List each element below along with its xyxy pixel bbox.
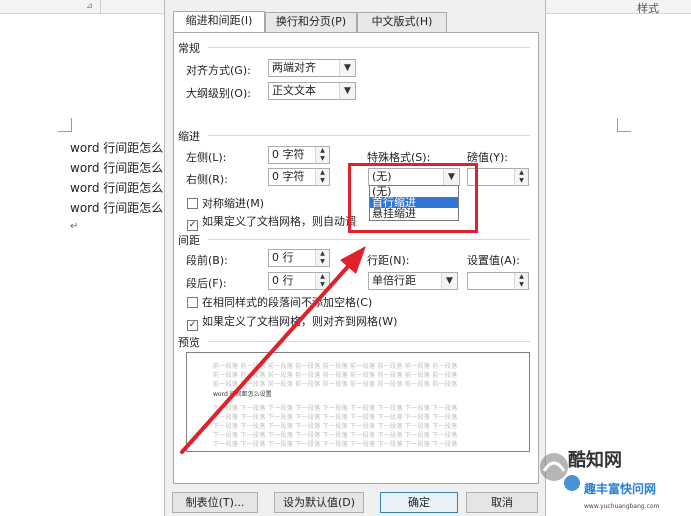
section-divider [208,239,530,240]
outline-level-label: 大纲级别(O): [186,87,251,100]
spin-up-icon[interactable]: ▲ [316,147,329,155]
spacing-at-label: 设置值(A): [467,254,520,267]
tab-asian-typography[interactable]: 中文版式(H) [357,12,447,32]
spin-up-icon[interactable]: ▲ [316,250,329,258]
paragraph-mark: ↵ [70,221,79,232]
annotation-highlight-box [348,163,478,233]
outline-level-select[interactable]: 正文文本 ▼ [268,82,356,100]
preview-next-paragraph: 下一段落 下一段落 下一段落 下一段落 下一段落 下一段落 下一段落 下一段落 … [213,432,458,439]
spin-down-icon[interactable]: ▼ [316,258,329,266]
spin-down-icon[interactable]: ▼ [316,155,329,163]
auto-adjust-indent-checkbox[interactable]: ✓如果定义了文档网格，则自动调整右缩进(D) [187,213,357,231]
preview-prev-paragraph: 前一段落 前一段落 前一段落 前一段落 前一段落 前一段落 前一段落 前一段落 … [213,381,458,388]
indent-section-title: 缩进 [178,130,200,143]
line-spacing-label: 行距(N): [367,254,410,267]
tabs-button[interactable]: 制表位(T)... [172,492,258,513]
checkbox-unchecked-icon[interactable] [187,297,198,308]
right-indent-spinner[interactable]: 0 字符 ▲ ▼ [268,168,330,186]
section-divider [208,135,530,136]
left-indent-spinner[interactable]: 0 字符 ▲ ▼ [268,146,330,164]
watermark-brand: 酷知网 [568,450,622,471]
section-divider [208,341,530,342]
page-corner-mark [58,118,72,132]
checkbox-unchecked-icon[interactable] [187,198,198,209]
preview-next-paragraph: 下一段落 下一段落 下一段落 下一段落 下一段落 下一段落 下一段落 下一段落 … [213,441,458,448]
snap-to-grid-checkbox[interactable]: ✓ 如果定义了文档网格，则对齐到网格(W) [187,313,397,331]
spacing-section-title: 间距 [178,234,200,247]
spin-down-icon[interactable]: ▼ [515,281,528,289]
document-line: word 行间距怎么 [70,201,164,215]
space-before-label: 段前(B): [186,254,228,267]
spin-down-icon[interactable]: ▼ [515,177,528,185]
spin-up-icon[interactable]: ▲ [515,169,528,177]
preview-prev-paragraph: 前一段落 前一段落 前一段落 前一段落 前一段落 前一段落 前一段落 前一段落 … [213,372,458,379]
checkbox-checked-icon[interactable]: ✓ [187,220,198,231]
spin-down-icon[interactable]: ▼ [316,281,329,289]
page-corner-mark [617,118,631,132]
preview-prev-paragraph: 前一段落 前一段落 前一段落 前一段落 前一段落 前一段落 前一段落 前一段落 … [213,363,458,370]
tab-indents-spacing[interactable]: 缩进和间距(I) [173,11,265,33]
watermark-url: www.yuchuangbang.com [584,503,660,510]
mirror-indents-checkbox[interactable]: 对称缩进(M) [187,195,264,211]
general-section-title: 常规 [178,42,200,55]
document-line: word 行间距怎么 [70,181,164,195]
no-space-same-style-checkbox[interactable]: 在相同样式的段落间不添加空格(C) [187,294,372,310]
ribbon-separator [100,0,101,14]
spacing-at-spinner[interactable]: ▲ ▼ [467,272,529,290]
checkbox-checked-icon[interactable]: ✓ [187,320,198,331]
alignment-label: 对齐方式(G): [186,64,251,77]
document-line: word 行间距怎么 [70,141,164,155]
spin-down-icon[interactable]: ▼ [316,177,329,185]
preview-next-paragraph: 下一段落 下一段落 下一段落 下一段落 下一段落 下一段落 下一段落 下一段落 … [213,414,458,421]
set-default-button[interactable]: 设为默认值(D) [274,492,364,513]
space-before-spinner[interactable]: 0 行 ▲ ▼ [268,249,330,267]
preview-next-paragraph: 下一段落 下一段落 下一段落 下一段落 下一段落 下一段落 下一段落 下一段落 … [213,423,458,430]
ok-button[interactable]: 确定 [380,492,458,513]
preview-next-paragraph: 下一段落 下一段落 下一段落 下一段落 下一段落 下一段落 下一段落 下一段落 … [213,405,458,412]
dialog-launcher-icon[interactable]: ⊿ [86,1,93,10]
watermark-subtitle: 趣丰富快问网 [584,482,657,496]
spin-up-icon[interactable]: ▲ [515,273,528,281]
chevron-down-icon: ▼ [339,83,355,99]
space-after-label: 段后(F): [186,277,227,290]
chevron-down-icon: ▼ [339,60,355,76]
section-divider [208,47,530,48]
preview-section-title: 预览 [178,336,200,349]
space-after-spinner[interactable]: 0 行 ▲ ▼ [268,272,330,290]
chevron-down-icon: ▼ [441,273,457,289]
alignment-select[interactable]: 两端对齐 ▼ [268,59,356,77]
right-indent-label: 右侧(R): [186,173,228,186]
left-indent-label: 左侧(L): [186,151,227,164]
cancel-button[interactable]: 取消 [466,492,538,513]
document-line: word 行间距怎么 [70,161,164,175]
line-spacing-select[interactable]: 单倍行距 ▼ [368,272,458,290]
preview-sample-text: word 行间距怎么设置 [213,391,272,398]
spin-up-icon[interactable]: ▲ [316,273,329,281]
tab-line-page-breaks[interactable]: 换行和分页(P) [265,12,357,32]
spin-up-icon[interactable]: ▲ [316,169,329,177]
preview-pane: 前一段落 前一段落 前一段落 前一段落 前一段落 前一段落 前一段落 前一段落 … [186,352,530,452]
